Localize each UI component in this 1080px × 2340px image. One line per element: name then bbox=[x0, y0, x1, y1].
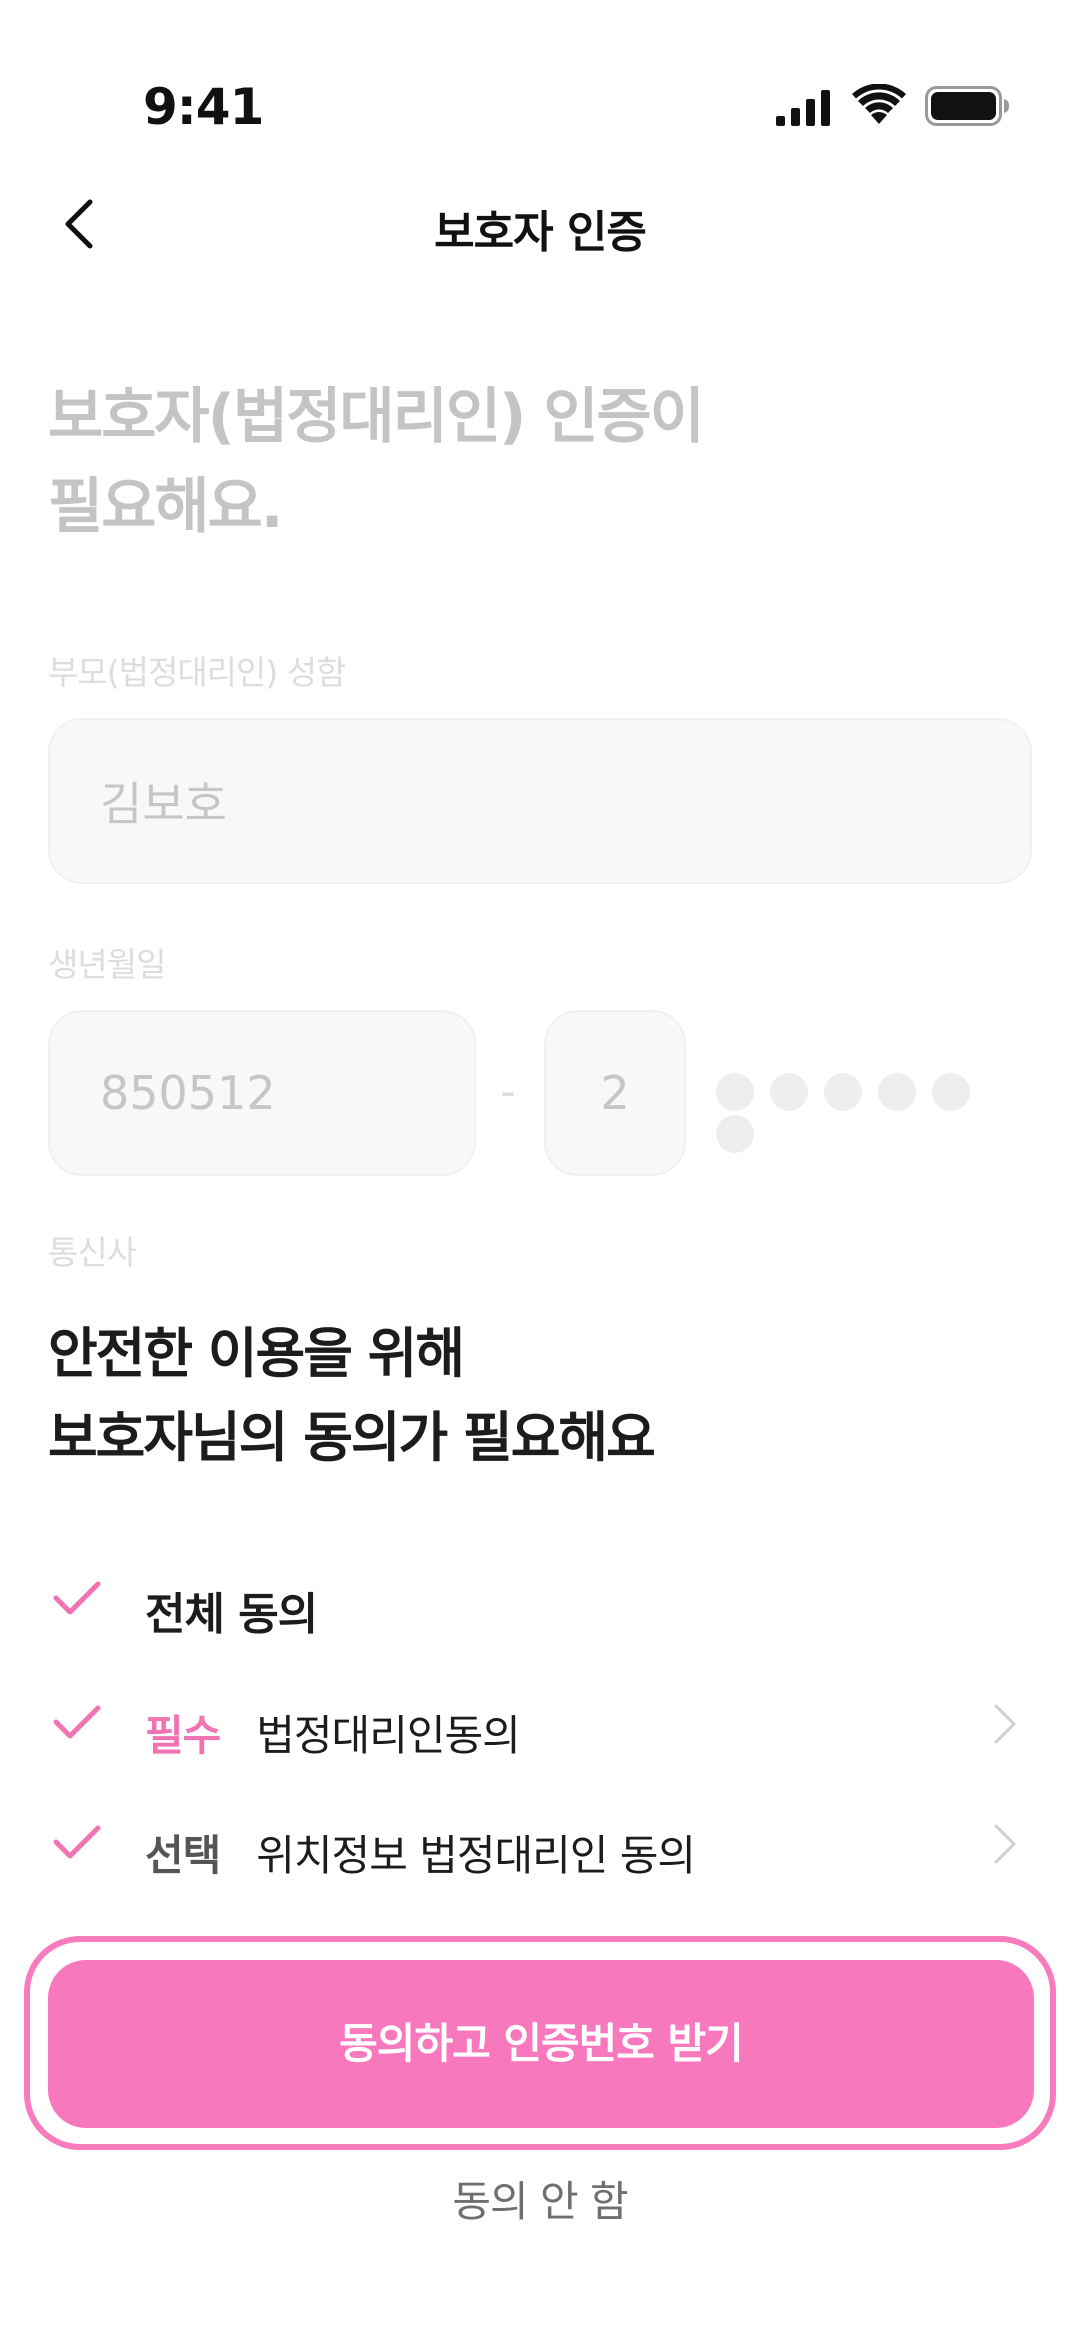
consent-item-legal-guardian[interactable]: 필수 법정대리인동의 bbox=[0, 1680, 1080, 1770]
form-heading-line2: 필요해요. bbox=[48, 472, 284, 542]
page-title: 보호자 인증 bbox=[434, 207, 647, 258]
birthdate-placeholder: 850512 bbox=[100, 1066, 276, 1120]
birthdate-label: 생년월일 bbox=[48, 945, 166, 984]
status-bar: 9:41 bbox=[0, 0, 1080, 160]
decline-button[interactable]: 동의 안 함 bbox=[0, 2168, 1080, 2229]
form-heading: 보호자(법정대리인) 인증이 필요해요. bbox=[48, 372, 948, 552]
consent-item-text: 선택 위치정보 법정대리인 동의 bbox=[145, 1822, 696, 1883]
consent-all-label: 전체 동의 bbox=[145, 1589, 318, 1640]
signal-icon bbox=[776, 90, 830, 126]
masked-id-dots bbox=[716, 1073, 1026, 1153]
consent-title: 안전한 이용을 위해 보호자님의 동의가 필요해요 bbox=[48, 1312, 1048, 1480]
battery-icon bbox=[925, 86, 1009, 126]
consent-title-line2: 보호자님의 동의가 필요해요 bbox=[48, 1406, 656, 1469]
birthdate-field[interactable]: 850512 bbox=[48, 1010, 476, 1176]
wifi-icon bbox=[852, 84, 906, 124]
consent-all-row[interactable]: 전체 동의 bbox=[0, 1556, 1080, 1646]
chevron-right-icon[interactable] bbox=[992, 1822, 1020, 1866]
chevron-right-icon[interactable] bbox=[992, 1702, 1020, 1746]
consent-item-location[interactable]: 선택 위치정보 법정대리인 동의 bbox=[0, 1800, 1080, 1890]
gender-digit-field[interactable]: 2 bbox=[544, 1010, 686, 1176]
check-icon bbox=[53, 1825, 101, 1859]
status-time: 9:41 bbox=[143, 78, 264, 136]
guardian-name-field[interactable]: 김보호 bbox=[48, 718, 1032, 884]
required-tag: 필수 bbox=[145, 1711, 221, 1760]
guardian-name-label: 부모(법정대리인) 성함 bbox=[48, 653, 346, 692]
consent-title-line1: 안전한 이용을 위해 bbox=[48, 1322, 465, 1385]
optional-tag: 선택 bbox=[145, 1831, 221, 1880]
gender-digit-placeholder: 2 bbox=[600, 1066, 630, 1120]
agree-and-get-code-button[interactable]: 동의하고 인증번호 받기 bbox=[48, 1960, 1034, 2128]
carrier-label: 통신사 bbox=[48, 1233, 137, 1272]
consent-item-label: 위치정보 법정대리인 동의 bbox=[256, 1831, 696, 1880]
app-header: 보호자 인증 bbox=[0, 170, 1080, 280]
guardian-name-placeholder: 김보호 bbox=[100, 777, 227, 831]
check-icon bbox=[53, 1705, 101, 1739]
birthdate-separator: - bbox=[500, 1066, 516, 1117]
consent-item-label: 법정대리인동의 bbox=[256, 1711, 520, 1760]
check-icon bbox=[53, 1581, 101, 1615]
form-heading-line1: 보호자(법정대리인) 인증이 bbox=[48, 382, 705, 452]
consent-item-text: 필수 법정대리인동의 bbox=[145, 1702, 521, 1763]
